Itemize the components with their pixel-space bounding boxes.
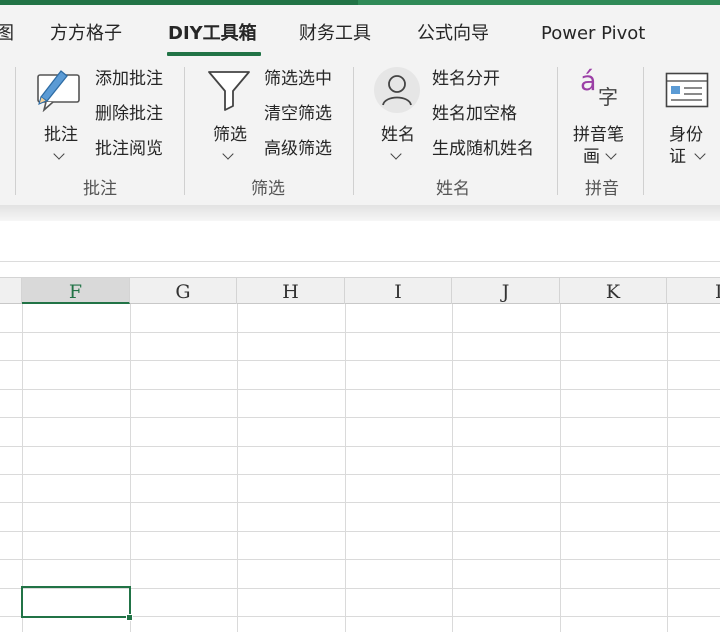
active-tab-indicator [167,52,261,56]
row-gridline [0,360,720,361]
column-gridline [237,304,238,632]
comment-big-button[interactable]: 批注 [30,63,92,167]
row-gridline [0,559,720,560]
column-header-j[interactable]: J [452,278,560,304]
comment-group-label: 批注 [83,179,117,199]
clear-filter-button[interactable]: 清空筛选 [264,103,332,125]
row-gridline [0,474,720,475]
column-gridline [345,304,346,632]
chevron-down-icon [222,148,234,160]
column-header-l[interactable]: L [667,278,720,304]
id-card-icon [665,72,709,108]
pinyin-button-label: 拼音笔 [573,125,624,145]
column-header-partial[interactable] [0,278,22,304]
chevron-down-icon [605,148,617,160]
chevron-down-icon [694,148,706,160]
column-header-f[interactable]: F [22,278,130,304]
group-separator [557,67,558,195]
funnel-icon [208,71,250,111]
pinyin-icon: á 字 [578,65,624,111]
pinyin-button-label-line2: 画 [583,147,600,167]
group-separator [15,67,16,195]
tab-partial[interactable]: 图 [0,22,14,46]
row-gridline [0,446,720,447]
chevron-down-icon [53,148,65,160]
tab-finance-tools[interactable]: 财务工具 [299,22,371,46]
name-button-label: 姓名 [381,125,415,145]
name-add-space-button[interactable]: 姓名加空格 [432,103,517,125]
filter-group-label: 筛选 [251,179,285,199]
row-gridline [0,531,720,532]
column-gridline [667,304,668,632]
column-header-k[interactable]: K [560,278,667,304]
tab-diy-toolbox[interactable]: DIY工具箱 [168,22,257,46]
filter-button-label: 筛选 [213,125,247,145]
column-gridline [560,304,561,632]
pinyin-icon-letter: á [580,66,597,97]
ribbon-panel: 批注 添加批注 删除批注 批注阅览 批注 筛选 筛选选中 清空筛选 高级筛选 筛… [0,57,720,205]
ribbon-tab-bar: 图 方方格子 DIY工具箱 财务工具 公式向导 Power Pivot [0,5,720,57]
id-card-button-label: 身份 [669,125,703,145]
filter-big-button[interactable]: 筛选 [199,63,261,167]
fill-handle[interactable] [126,614,133,621]
column-gridline [22,304,23,632]
view-comments-button[interactable]: 批注阅览 [95,138,163,160]
id-card-button-label-line2: 证 [669,147,686,167]
group-separator [184,67,185,195]
tab-fangfanggezi[interactable]: 方方格子 [50,22,122,46]
column-gridline [130,304,131,632]
tab-power-pivot[interactable]: Power Pivot [541,22,645,46]
pinyin-group-label: 拼音 [585,179,619,199]
ribbon-shadow [0,205,720,221]
filter-selected-button[interactable]: 筛选选中 [264,68,332,90]
comment-button-label: 批注 [44,125,78,145]
name-group-label: 姓名 [436,179,470,199]
row-gridline [0,417,720,418]
column-header-g[interactable]: G [130,278,237,304]
row-gridline [0,389,720,390]
column-gridline [452,304,453,632]
pinyin-icon-char: 字 [598,85,618,109]
name-big-button[interactable]: 姓名 [368,63,430,167]
column-header-i[interactable]: I [345,278,452,304]
cell-grid[interactable] [0,304,720,632]
advanced-filter-button[interactable]: 高级筛选 [264,138,332,160]
delete-comment-button[interactable]: 删除批注 [95,103,163,125]
column-header-h[interactable]: H [237,278,345,304]
formula-bar-area[interactable] [0,221,720,262]
group-separator [353,67,354,195]
group-separator [643,67,644,195]
row-gridline [0,502,720,503]
person-icon [374,67,420,113]
add-comment-button[interactable]: 添加批注 [95,68,163,90]
row-gridline [0,332,720,333]
tab-formula-wizard[interactable]: 公式向导 [417,22,489,46]
active-cell[interactable] [21,586,131,618]
pinyin-big-button[interactable]: á 字 拼音笔 画 [570,63,634,168]
split-name-button[interactable]: 姓名分开 [432,68,500,90]
random-name-button[interactable]: 生成随机姓名 [432,138,534,160]
id-card-big-button[interactable]: 身份 证 [658,63,718,167]
column-header-bar: F G H I J K L [0,277,720,304]
chevron-down-icon [390,148,402,160]
pencil-comment-icon [37,70,80,112]
